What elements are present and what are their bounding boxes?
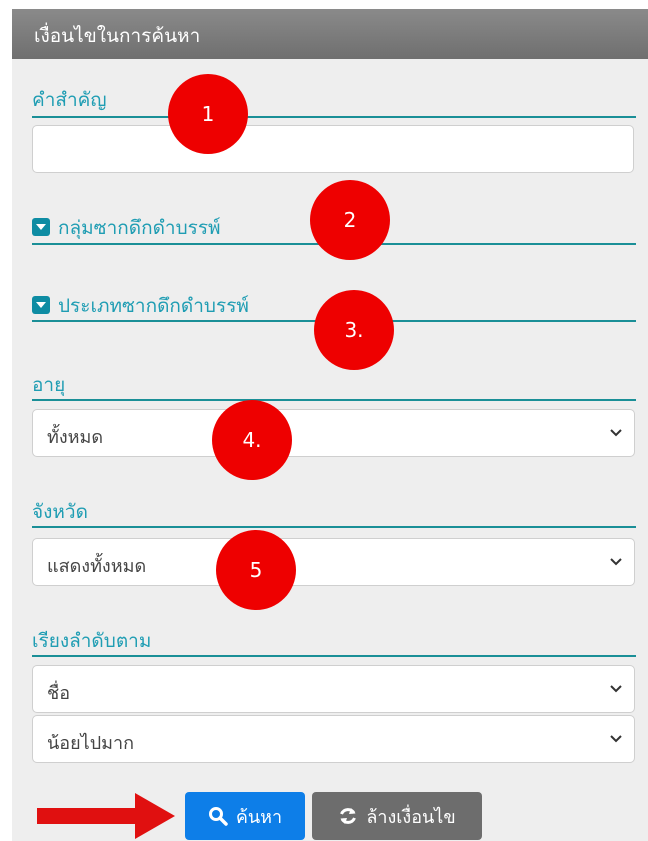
type-label: ประเภทซากดึกดำบรรพ์ xyxy=(58,295,249,317)
sort-field-selected: ชื่อ xyxy=(47,683,71,704)
chevron-down-icon xyxy=(610,735,622,743)
province-select[interactable]: แสดงทั้งหมด xyxy=(32,538,635,586)
annotation-badge-2: 2 xyxy=(310,180,390,260)
annotation-badge-4: 4. xyxy=(212,400,292,480)
search-icon xyxy=(208,807,228,826)
chevron-down-icon xyxy=(610,685,622,693)
group-toggle[interactable]: กลุ่มซากดึกดำบรรพ์ xyxy=(32,213,221,243)
age-label: อายุ xyxy=(32,374,66,396)
sort-divider xyxy=(32,655,636,657)
age-select[interactable]: ทั้งหมด xyxy=(32,409,635,457)
annotation-badge-3: 3. xyxy=(314,290,394,370)
keyword-divider xyxy=(32,116,636,118)
chevron-down-icon xyxy=(610,429,622,437)
annotation-badge-1: 1 xyxy=(168,74,248,154)
sort-order-selected: น้อยไปมาก xyxy=(47,733,135,754)
caret-down-square-icon xyxy=(32,218,50,236)
chevron-down-icon xyxy=(610,558,622,566)
sort-field-select[interactable]: ชื่อ xyxy=(32,665,635,713)
annotation-badge-5: 5 xyxy=(216,530,296,610)
panel-header: เงื่อนไขในการค้นหา xyxy=(12,9,648,59)
province-selected: แสดงทั้งหมด xyxy=(47,556,147,577)
search-button[interactable]: ค้นหา xyxy=(185,792,305,840)
clear-button-label: ล้างเงื่อนไข xyxy=(366,806,456,828)
province-label: จังหวัด xyxy=(32,501,88,523)
age-divider xyxy=(32,399,636,401)
search-button-label: ค้นหา xyxy=(235,806,283,828)
keyword-input[interactable] xyxy=(32,125,634,173)
panel-title: เงื่อนไขในการค้นหา xyxy=(34,25,201,47)
group-label: กลุ่มซากดึกดำบรรพ์ xyxy=(58,217,221,239)
red-arrow-icon xyxy=(37,793,175,839)
keyword-label: คำสำคัญ xyxy=(32,89,107,111)
clear-button[interactable]: ล้างเงื่อนไข xyxy=(312,792,482,840)
province-divider xyxy=(32,526,636,528)
sort-label: เรียงลำดับตาม xyxy=(32,630,152,652)
sort-order-select[interactable]: น้อยไปมาก xyxy=(32,715,635,763)
age-selected: ทั้งหมด xyxy=(47,427,104,448)
type-toggle[interactable]: ประเภทซากดึกดำบรรพ์ xyxy=(32,291,249,321)
refresh-icon xyxy=(340,808,357,824)
caret-down-square-icon xyxy=(32,296,50,314)
